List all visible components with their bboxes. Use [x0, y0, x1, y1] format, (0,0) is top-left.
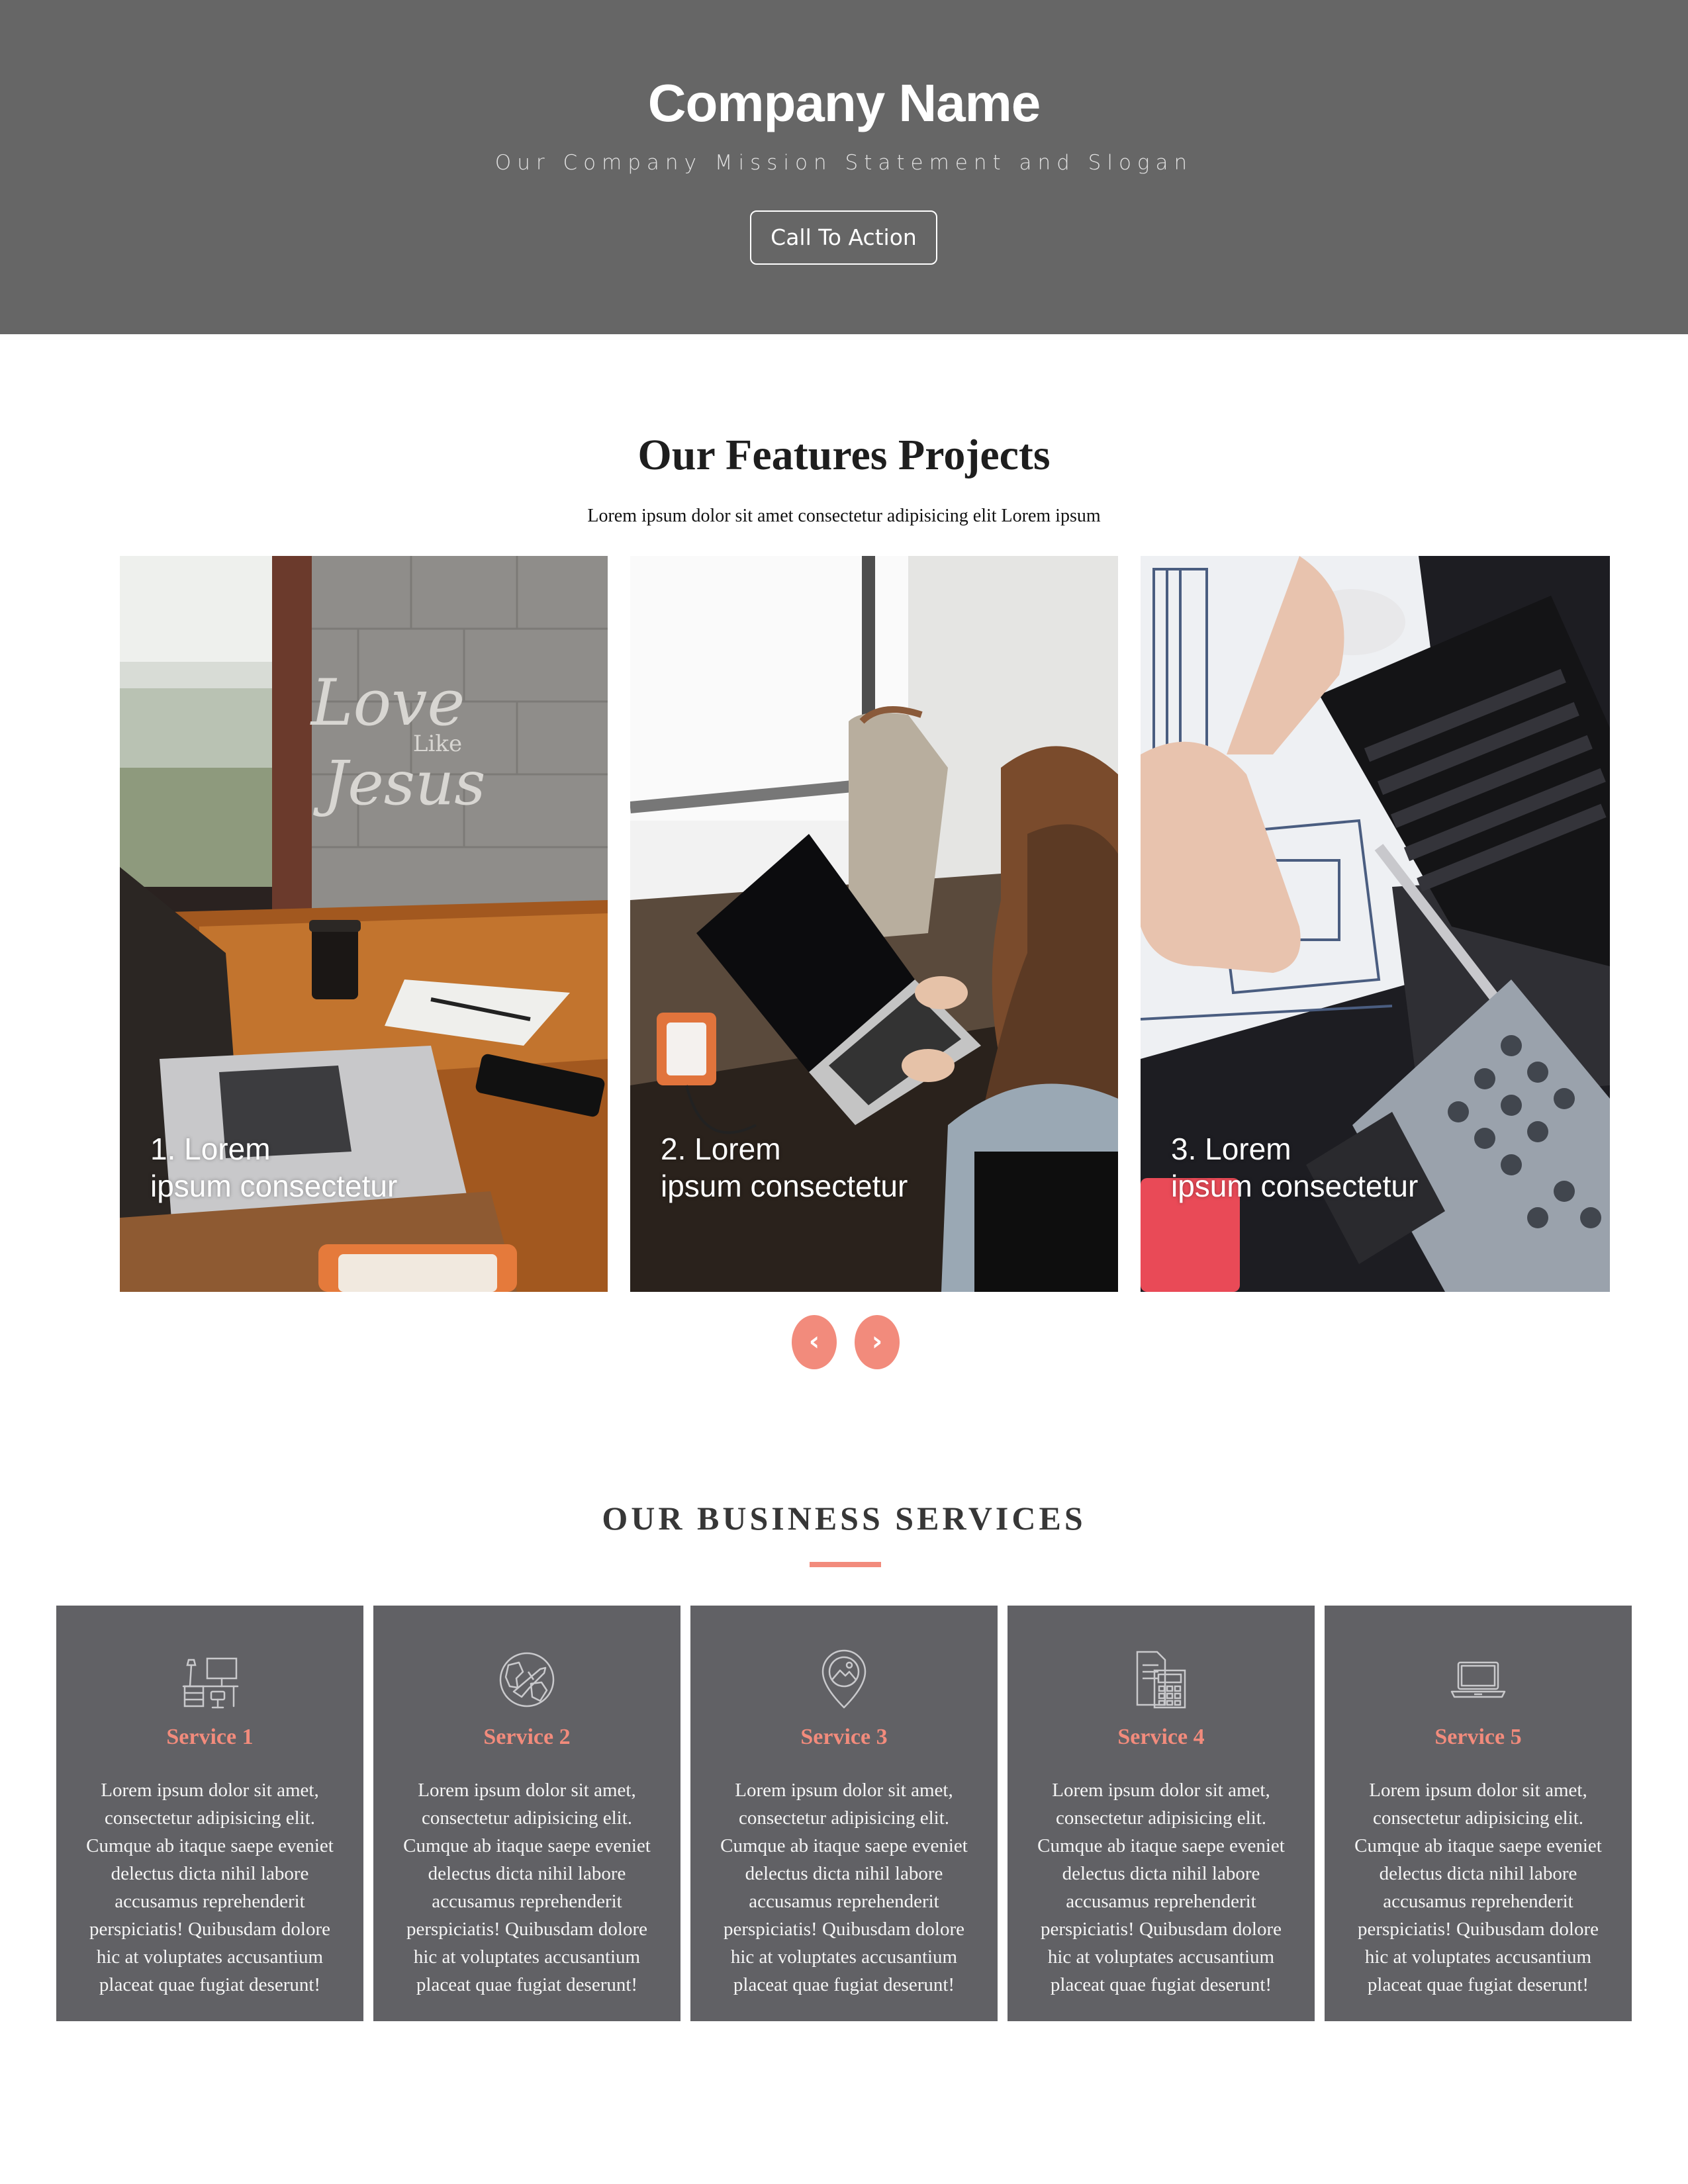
globe-plane-icon [499, 1652, 555, 1707]
call-to-action-button[interactable]: Call To Action [750, 210, 937, 265]
service-description: Lorem ipsum dolor sit amet, consectetur … [720, 1780, 968, 1995]
project-caption-1: 1. Lorem ipsum consectetur [150, 1132, 398, 1203]
service-card-1: Service 1 Lorem ipsum dolor sit amet, co… [56, 1606, 363, 2021]
service-card-2: Service 2 Lorem ipsum dolor sit amet, co… [373, 1606, 680, 2021]
service-title: Service 3 [800, 1725, 888, 1749]
services-title: OUR BUSINESS SERVICES [602, 1500, 1086, 1537]
project-card-1[interactable]: Love Like Jesus 1. Lorem ipsum consectet… [120, 556, 608, 1292]
carousel-prev-button[interactable]: ‹ [792, 1315, 837, 1369]
laptop-icon [1450, 1661, 1506, 1698]
project-caption-3: 3. Lorem ipsum consectetur [1171, 1132, 1419, 1203]
services-title-underline [810, 1562, 881, 1567]
service-title: Service 1 [166, 1725, 254, 1749]
service-card-3: Service 3 Lorem ipsum dolor sit amet, co… [690, 1606, 998, 2021]
project-caption-2: 2. Lorem ipsum consectetur [661, 1132, 908, 1203]
company-name: Company Name [647, 73, 1041, 132]
service-title: Service 2 [483, 1725, 571, 1749]
service-description: Lorem ipsum dolor sit amet, consectetur … [86, 1780, 334, 1995]
service-title: Service 4 [1117, 1725, 1205, 1749]
features-subtitle: Lorem ipsum dolor sit amet consectetur a… [587, 506, 1101, 526]
service-description: Lorem ipsum dolor sit amet, consectetur … [1354, 1780, 1602, 1995]
service-description: Lorem ipsum dolor sit amet, consectetur … [1037, 1780, 1285, 1995]
service-description: Lorem ipsum dolor sit amet, consectetur … [403, 1780, 651, 1995]
project-card-3[interactable]: 3. Lorem ipsum consectetur [1141, 556, 1610, 1292]
calculator-document-icon [1136, 1651, 1186, 1709]
project-card-2[interactable]: 2. Lorem ipsum consectetur [630, 556, 1118, 1292]
desk-icon [182, 1657, 239, 1709]
service-card-5: Service 5 Lorem ipsum dolor sit amet, co… [1325, 1606, 1632, 2021]
features-title: Our Features Projects [637, 431, 1051, 479]
hero-section: Company Name Our Company Mission Stateme… [0, 0, 1688, 334]
svg-text:Jesus: Jesus [312, 748, 485, 819]
service-card-4: Service 4 Lorem ipsum dolor sit amet, co… [1008, 1606, 1315, 2021]
love-like-jesus-text: Love [310, 666, 465, 740]
service-title: Service 5 [1434, 1725, 1522, 1749]
carousel-next-button[interactable]: › [855, 1315, 900, 1369]
company-slogan: Our Company Mission Statement and Slogan [494, 151, 1194, 175]
map-pin-icon [821, 1649, 867, 1709]
